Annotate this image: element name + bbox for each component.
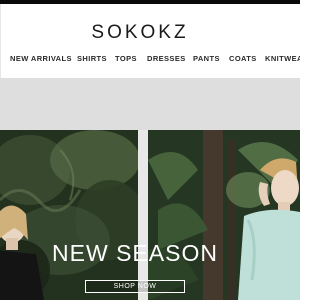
nav-item-shirts[interactable]: SHIRTS (77, 54, 107, 63)
hero-image-left (0, 130, 138, 300)
nav-item-coats[interactable]: COATS (229, 54, 257, 63)
nav-item-new-arrivals[interactable]: NEW ARRIVALS (10, 54, 72, 63)
shop-now-button[interactable]: SHOP NOW (85, 280, 185, 293)
hero-banner[interactable] (0, 130, 300, 300)
hero-photo-right (148, 130, 300, 300)
nav-item-pants[interactable]: PANTS (193, 54, 220, 63)
hero-divider (138, 130, 148, 300)
site-logo[interactable]: SOKOKZ (0, 22, 280, 44)
hero-title: NEW SEASON (52, 240, 218, 266)
promo-banner-placeholder (0, 78, 300, 130)
nav-item-tops[interactable]: TOPS (115, 54, 137, 63)
main-nav: NEW ARRIVALS SHIRTS TOPS DRESSES PANTS C… (0, 54, 300, 68)
nav-item-dresses[interactable]: DRESSES (147, 54, 186, 63)
nav-item-knitwear[interactable]: KNITWEA (265, 54, 300, 63)
hero-photo-left (0, 130, 138, 300)
hero-image-right (148, 130, 300, 300)
